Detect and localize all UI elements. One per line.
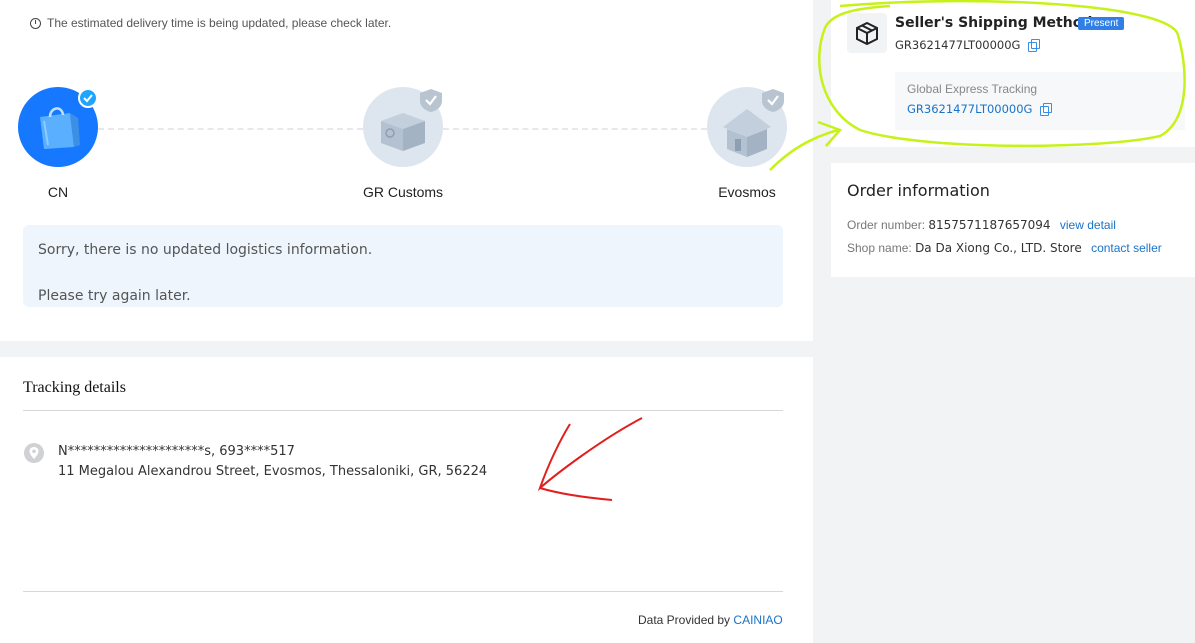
logistics-message-box: Sorry, there is no updated logistics inf… <box>23 225 783 307</box>
divider <box>23 591 783 592</box>
logistics-message-line: Please try again later. <box>38 288 191 304</box>
global-express-box <box>895 72 1185 130</box>
contact-seller-link[interactable]: contact seller <box>1091 241 1162 255</box>
clock-icon <box>30 17 41 29</box>
order-info-title: Order information <box>847 181 990 200</box>
shop-name-value: Da Da Xiong Co., LTD. Store <box>915 241 1082 255</box>
data-provider-footer: Data Provided by CAINIAO <box>638 613 783 627</box>
order-number-row: Order number: 8157571187657094 view deta… <box>847 218 1116 232</box>
tracking-details-title: Tracking details <box>23 379 126 396</box>
view-detail-link[interactable]: view detail <box>1060 218 1116 232</box>
logistics-message-line: Sorry, there is no updated logistics inf… <box>38 242 373 258</box>
copy-icon[interactable] <box>1040 103 1052 116</box>
cainiao-link[interactable]: CAINIAO <box>733 613 782 627</box>
shield-check-icon <box>760 87 786 118</box>
order-number-value: 8157571187657094 <box>928 218 1051 232</box>
shop-name-row: Shop name: Da Da Xiong Co., LTD. Store c… <box>847 241 1162 255</box>
package-icon <box>847 13 887 53</box>
progress-connector <box>443 128 707 130</box>
progress-node-label: GR Customs <box>362 184 444 200</box>
order-number-label: Order number: <box>847 218 926 232</box>
progress-node-label: Evosmos <box>718 184 776 200</box>
footer-prefix: Data Provided by <box>638 613 731 627</box>
copy-icon[interactable] <box>1028 39 1040 52</box>
progress-node-label: CN <box>47 184 69 200</box>
shield-check-icon <box>418 87 444 118</box>
progress-connector <box>98 128 363 130</box>
global-tracking-link[interactable]: GR3621477LT00000G <box>907 102 1032 116</box>
location-pin-icon <box>24 443 44 463</box>
shop-name-label: Shop name: <box>847 241 912 255</box>
recipient-address: 11 Megalou Alexandrou Street, Evosmos, T… <box>58 464 488 479</box>
shipping-method-title: Seller's Shipping Method <box>895 15 1093 31</box>
delivery-notice-text: The estimated delivery time is being upd… <box>47 16 392 30</box>
delivery-notice: The estimated delivery time is being upd… <box>30 16 391 30</box>
check-badge-icon <box>78 88 98 108</box>
recipient-info: N*********************s, 693****517 <box>58 444 295 459</box>
global-express-label: Global Express Tracking <box>907 82 1038 96</box>
present-badge: Present <box>1078 17 1125 30</box>
shipping-tracking-number: GR3621477LT00000G <box>895 38 1021 52</box>
tracking-details-panel <box>0 357 813 643</box>
divider <box>23 410 783 411</box>
